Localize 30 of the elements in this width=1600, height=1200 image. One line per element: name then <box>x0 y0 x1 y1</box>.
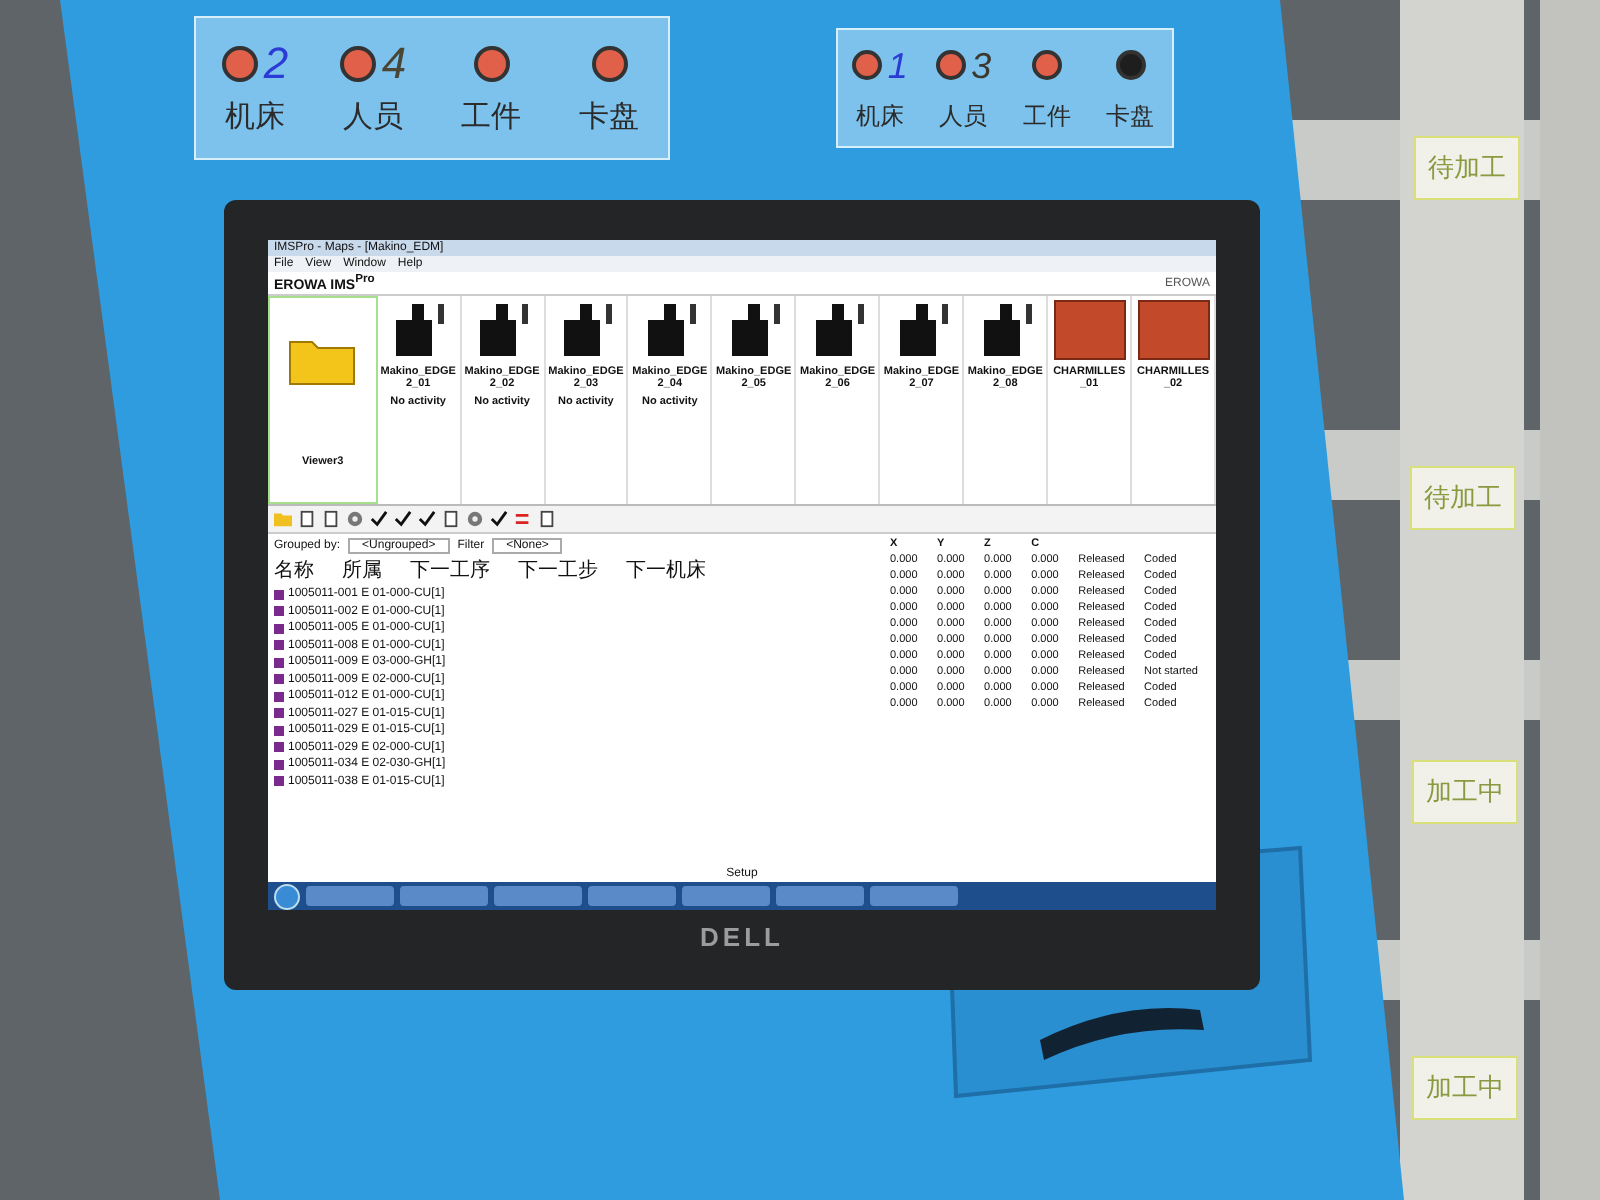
column-header: 所属 <box>342 557 382 585</box>
handwritten-number: 2 <box>263 41 289 85</box>
indicator-label: 机床 <box>855 99 904 133</box>
column-header: 下一工步 <box>518 557 598 585</box>
indicator-label: 人员 <box>939 99 988 133</box>
shelf-label: 加工中 <box>1412 760 1518 824</box>
handwritten-number: 3 <box>971 47 992 83</box>
indicator-label: 机床 <box>225 97 285 135</box>
gear-icon[interactable] <box>466 510 484 529</box>
gear-icon[interactable] <box>346 510 364 529</box>
shelf-label: 待加工 <box>1414 136 1520 200</box>
indicator-label: 人员 <box>343 97 403 135</box>
handwritten-number: 1 <box>887 47 908 83</box>
indicator-label: 卡盘 <box>579 97 639 135</box>
monitor-logo: DELL <box>700 922 784 952</box>
handwritten-number: 4 <box>381 41 407 85</box>
photo-placeholder <box>1137 300 1210 361</box>
column-header: 下一工序 <box>410 557 490 585</box>
checkmark-icon[interactable] <box>490 510 508 529</box>
document-icon[interactable] <box>538 510 556 529</box>
start-button[interactable] <box>274 883 300 909</box>
indicator-label: 卡盘 <box>1106 99 1155 133</box>
indicator-label: 工件 <box>461 97 521 135</box>
document-icon[interactable] <box>442 510 460 529</box>
column-header: 名称 <box>274 558 314 585</box>
indicator-label: 工件 <box>1022 99 1071 133</box>
photo-placeholder <box>1053 300 1126 361</box>
column-header: 下一机床 <box>626 557 706 585</box>
shelf-label: 加工中 <box>1412 1056 1518 1120</box>
shelf-label: 待加工 <box>1410 466 1516 530</box>
